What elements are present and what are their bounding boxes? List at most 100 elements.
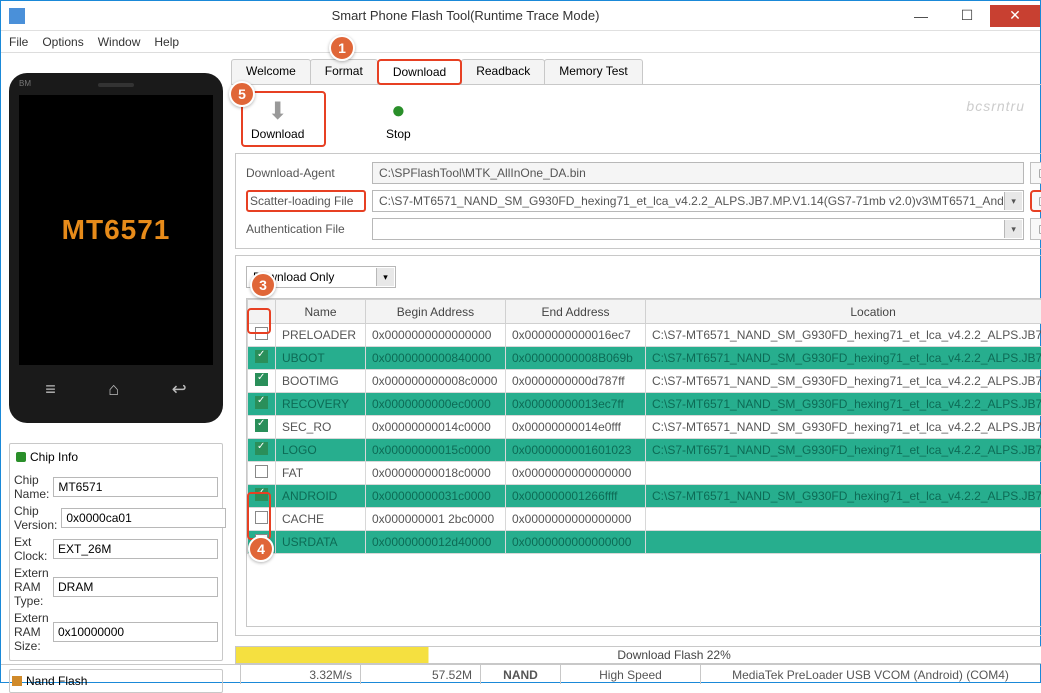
file-selection-panel: Download-Agent C:\SPFlashTool\MTK_AllInO… — [235, 153, 1041, 249]
row-location: C:\S7-MT6571_NAND_SM_G930FD_hexing71_et_… — [646, 347, 1041, 370]
close-button[interactable]: ✕ — [990, 5, 1040, 27]
app-icon — [9, 8, 25, 24]
row-begin: 0x0000000000ec0000 — [366, 393, 506, 416]
callout-4: 4 — [248, 536, 274, 562]
table-row[interactable]: FAT 0x00000000018c0000 0x000000000000000… — [248, 462, 1041, 485]
chip-value[interactable] — [53, 622, 218, 642]
tab-memory-test[interactable]: Memory Test — [544, 59, 642, 84]
row-location — [646, 462, 1041, 485]
chip-label: Ext Clock: — [14, 535, 49, 563]
row-checkbox[interactable] — [255, 488, 268, 501]
row-end: 0x0000000000000000 — [506, 508, 646, 531]
chip-info-header: Chip Info — [14, 448, 218, 470]
table-row[interactable]: SEC_RO 0x00000000014c0000 0x00000000014e… — [248, 416, 1041, 439]
row-begin: 0x00000000015c0000 — [366, 439, 506, 462]
phone-speaker — [98, 83, 134, 87]
menu-help[interactable]: Help — [154, 35, 179, 49]
row-checkbox[interactable] — [255, 419, 268, 432]
auth-choose-button[interactable]: choose — [1030, 218, 1041, 240]
chip-info-panel: Chip Info Chip Name: Chip Version: Ext Clo… — [9, 443, 223, 661]
table-row[interactable]: LOGO 0x00000000015c0000 0x00000000016010… — [248, 439, 1041, 462]
row-name: LOGO — [276, 439, 366, 462]
scatter-row: Scatter-loading File C:\S7-MT6571_NAND_S… — [246, 190, 1041, 212]
chip-value[interactable] — [53, 477, 218, 497]
col-location: Location — [646, 300, 1041, 324]
row-checkbox[interactable] — [255, 373, 268, 386]
status-speed: 3.32M/s — [241, 665, 361, 684]
table-row[interactable]: USRDATA 0x0000000012d40000 0x00000000000… — [248, 531, 1041, 554]
auth-label: Authentication File — [246, 222, 366, 236]
scatter-field[interactable]: C:\S7-MT6571_NAND_SM_G930FD_hexing71_et_… — [372, 190, 1024, 212]
row-begin: 0x000000001 2bc0000 — [366, 508, 506, 531]
watermark: bcsrntru — [966, 98, 1025, 114]
col-name: Name — [276, 300, 366, 324]
chip-row: Extern RAM Size: — [14, 611, 218, 653]
table-row[interactable]: CACHE 0x000000001 2bc0000 0x000000000000… — [248, 508, 1041, 531]
da-choose-button[interactable]: choose — [1030, 162, 1041, 184]
row-name: PRELOADER — [276, 324, 366, 347]
row-checkbox[interactable] — [255, 396, 268, 409]
progress-bar: Download Flash 22% — [235, 646, 1041, 664]
table-row[interactable]: UBOOT 0x0000000000840000 0x00000000008B0… — [248, 347, 1041, 370]
chip-icon — [16, 452, 26, 462]
phone-screen: MT6571 — [19, 95, 213, 365]
chip-value[interactable] — [53, 539, 218, 559]
col-check[interactable] — [248, 300, 276, 324]
chip-info-title: Chip Info — [30, 450, 78, 464]
chip-row: Chip Version: — [14, 504, 218, 532]
tab-download[interactable]: Download — [377, 59, 462, 85]
chip-value[interactable] — [61, 508, 226, 528]
download-button[interactable]: ⬇ Download — [251, 97, 304, 141]
row-name: SEC_RO — [276, 416, 366, 439]
minimize-button[interactable]: — — [898, 5, 944, 27]
da-field[interactable]: C:\SPFlashTool\MTK_AllInOne_DA.bin — [372, 162, 1024, 184]
chip-value[interactable] — [53, 577, 218, 597]
table-row[interactable]: PRELOADER 0x0000000000000000 0x000000000… — [248, 324, 1041, 347]
scatter-label: Scatter-loading File — [246, 190, 366, 212]
actionbar: 5 ⬇ Download ● Stop — [231, 89, 1041, 153]
row-begin: 0x00000000018c0000 — [366, 462, 506, 485]
row-end: 0x00000000008B069b — [506, 347, 646, 370]
auth-field[interactable]: ▾ — [372, 218, 1024, 240]
table-row[interactable]: ANDROID 0x00000000031c0000 0x00000000126… — [248, 485, 1041, 508]
menubar: File Options Window Help — [1, 31, 1040, 53]
stop-button[interactable]: ● Stop — [384, 97, 412, 141]
da-label: Download-Agent — [246, 166, 366, 180]
phone-brand: BM — [19, 79, 31, 88]
row-location: C:\S7-MT6571_NAND_SM_G930FD_hexing71_et_… — [646, 439, 1041, 462]
menu-window[interactable]: Window — [98, 35, 141, 49]
row-begin: 0x000000000008c0000 — [366, 370, 506, 393]
home-icon: ⌂ — [108, 379, 119, 400]
row-begin: 0x0000000000840000 — [366, 347, 506, 370]
table-row[interactable]: BOOTIMG 0x000000000008c0000 0x0000000000… — [248, 370, 1041, 393]
scatter-choose-button[interactable]: choose — [1030, 190, 1041, 212]
menu-options[interactable]: Options — [42, 35, 83, 49]
tab-format[interactable]: Format — [310, 59, 378, 84]
partition-table: Name Begin Address End Address Location … — [247, 299, 1041, 554]
chevron-down-icon[interactable]: ▾ — [1004, 220, 1022, 238]
row-checkbox[interactable] — [255, 442, 268, 455]
row-checkbox[interactable] — [255, 511, 268, 524]
row-checkbox[interactable] — [255, 465, 268, 478]
col-begin: Begin Address — [366, 300, 506, 324]
table-row[interactable]: RECOVERY 0x0000000000ec0000 0x0000000001… — [248, 393, 1041, 416]
col-end: End Address — [506, 300, 646, 324]
row-checkbox[interactable] — [255, 350, 268, 363]
callout-1: 1 — [329, 35, 355, 61]
stop-icon: ● — [384, 97, 412, 125]
row-checkbox[interactable] — [255, 327, 268, 340]
tab-readback[interactable]: Readback — [461, 59, 545, 84]
maximize-button[interactable]: ☐ — [944, 5, 990, 27]
row-location: C:\S7-MT6571_NAND_SM_G930FD_hexing71_et_… — [646, 324, 1041, 347]
status-empty — [1, 665, 241, 684]
row-begin: 0x0000000012d40000 — [366, 531, 506, 554]
row-location — [646, 531, 1041, 554]
chevron-down-icon[interactable]: ▾ — [1004, 192, 1022, 210]
chip-row: Chip Name: — [14, 473, 218, 501]
menu-file[interactable]: File — [9, 35, 28, 49]
status-mem: NAND — [481, 665, 561, 684]
status-usb: High Speed — [561, 665, 701, 684]
row-location — [646, 508, 1041, 531]
back-icon: ↩ — [172, 379, 187, 400]
chevron-down-icon[interactable]: ▾ — [376, 268, 394, 286]
